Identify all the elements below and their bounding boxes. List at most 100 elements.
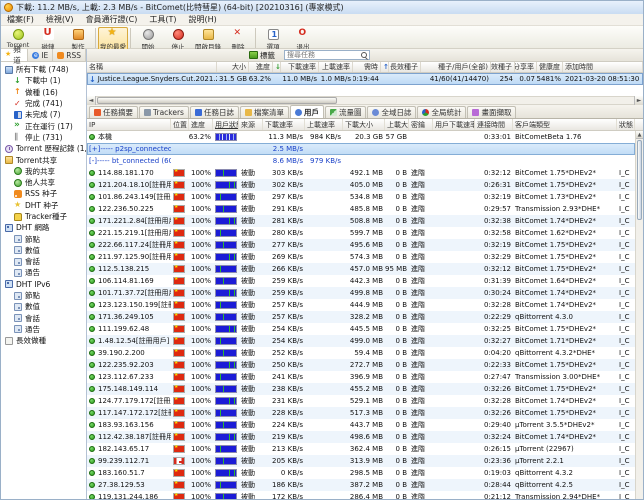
menu-item[interactable]: 工具(T)	[143, 14, 182, 25]
peer-row[interactable]: 123.123.150.199[註冊用戶] 100% 被動 257 KB/s 4…	[87, 299, 635, 311]
sidebar-tree-item[interactable]: 停止 (731)	[1, 132, 86, 143]
task-toolbar-icon[interactable]	[137, 51, 147, 60]
peer-column-header[interactable]: 下載速率	[263, 119, 305, 130]
task-column-header[interactable]: 上載速率	[319, 62, 353, 72]
task-toolbar-icon[interactable]	[209, 51, 219, 60]
peer-row[interactable]: 124.77.179.172[註冊用戶] 100% 被動 231 KB/s 52…	[87, 395, 635, 407]
detail-tab[interactable]: 用戶	[289, 105, 324, 118]
peer-row[interactable]: 117.147.172.172[註冊用戶] 100% 被動 228 KB/s 5…	[87, 407, 635, 419]
peer-row[interactable]: 182.143.65.17 100% 被動 213 KB/s 362.4 MB …	[87, 443, 635, 455]
menu-item[interactable]: 檔案(F)	[1, 14, 40, 25]
task-row[interactable]: ↓Justice.League.Snyders.Cut.2021.2160p.H…	[87, 73, 643, 85]
sidebar-tree-item[interactable]: 數值	[1, 245, 86, 256]
sidebar-tree-item[interactable]: 下載中 (1)	[1, 75, 86, 86]
detail-tab[interactable]: 流量圖	[324, 106, 367, 118]
detail-tab[interactable]: 任務日誌	[189, 106, 239, 118]
task-column-header[interactable]: ↑	[381, 62, 389, 72]
sidebar-tab[interactable]: 頻道	[1, 45, 29, 65]
peer-column-header[interactable]: 下載大小	[343, 119, 385, 130]
sidebar-tree-item[interactable]: 會話	[1, 313, 86, 324]
sidebar-tree-item[interactable]: 數值	[1, 301, 86, 312]
detail-tab[interactable]: Trackers	[139, 106, 189, 118]
sidebar-tree-item[interactable]: Tracker種子	[1, 211, 86, 222]
peer-column-header[interactable]: 客戶端類型	[513, 119, 617, 130]
task-column-header[interactable]: 添加時間	[563, 62, 643, 72]
sidebar-tree-item[interactable]: Torrent共享	[1, 154, 86, 165]
task-column-header[interactable]: 健康度	[537, 62, 563, 72]
sidebar-tree-item[interactable]: RSS 种子	[1, 188, 86, 199]
peer-row[interactable]: 171.221.2.84[註冊用戶] 100% 被動 281 KB/s 508.…	[87, 215, 635, 227]
peer-column-header[interactable]: 密鑰	[409, 119, 433, 130]
peer-row[interactable]: 101.86.243.149[註冊用戶] 100% 被動 297 KB/s 53…	[87, 191, 635, 203]
scroll-right-arrow[interactable]: ►	[634, 96, 643, 105]
task-toolbar-icon[interactable]	[233, 51, 243, 60]
task-column-header[interactable]: 名稱	[87, 62, 217, 72]
peer-row[interactable]: 119.131.244.186 100% 被動 172 KB/s 286.4 M…	[87, 491, 635, 499]
task-toolbar-icon[interactable]	[221, 51, 231, 60]
task-column-header[interactable]: 大小	[217, 62, 249, 72]
vertical-scroll-thumb[interactable]	[637, 140, 642, 220]
peer-column-header[interactable]: 位置	[171, 119, 189, 130]
peer-row[interactable]: 39.190.2.200 100% 被動 252 KB/s 59.4 MB 0 …	[87, 347, 635, 359]
task-toolbar-icon[interactable]	[89, 51, 99, 60]
peer-row[interactable]: 123.112.67.233 100% 被動 241 KB/s 396.9 MB…	[87, 371, 635, 383]
scroll-up-arrow[interactable]: ▲	[636, 131, 643, 139]
sidebar-tree-item[interactable]: 會話	[1, 256, 86, 267]
peer-row[interactable]: 183.160.51.7 100% 被動 0 KB/s 298.5 MB 0 B…	[87, 467, 635, 479]
search-input[interactable]	[287, 51, 361, 59]
peer-column-header[interactable]: IP	[87, 119, 171, 130]
sidebar-tree-item[interactable]: 完成 (741)	[1, 98, 86, 109]
sidebar-tree-item[interactable]: DHT 網路	[1, 222, 86, 233]
sidebar-tree-item[interactable]: 通告	[1, 267, 86, 278]
peer-column-header[interactable]: 進度	[189, 119, 213, 130]
peer-column-header[interactable]: 用戶狀態	[213, 119, 239, 130]
peer-column-header[interactable]: 連接時間	[475, 119, 513, 130]
sidebar-tree-item[interactable]: 做種 (16)	[1, 87, 86, 98]
sidebar-tree-item[interactable]: 節點	[1, 233, 86, 244]
peer-column-header[interactable]: 上載速率	[305, 119, 343, 130]
task-toolbar-icon[interactable]	[125, 51, 135, 60]
task-column-header[interactable]: 需時	[353, 62, 381, 72]
peer-row[interactable]: 27.38.129.53 100% 被動 186 KB/s 387.2 MB 0…	[87, 479, 635, 491]
sidebar-tree-item[interactable]: 正在運行 (17)	[1, 120, 86, 131]
menu-item[interactable]: 會員通行證(C)	[80, 14, 144, 25]
peer-row[interactable]: 1.48.12.54[註冊用戶] 100% 被動 254 KB/s 499.0 …	[87, 335, 635, 347]
tag-button[interactable]: 標籤	[244, 49, 280, 62]
detail-tab[interactable]: 檔案清單	[239, 106, 289, 118]
task-toolbar-icon[interactable]	[149, 51, 159, 60]
peer-row[interactable]: 111.199.62.48 100% 被動 254 KB/s 445.5 MB …	[87, 323, 635, 335]
task-column-header[interactable]: ↓	[273, 62, 281, 72]
task-toolbar-icon[interactable]	[173, 51, 183, 60]
peer-row[interactable]: 183.93.163.156 100% 被動 224 KB/s 443.7 MB…	[87, 419, 635, 431]
task-column-header[interactable]: 分享率	[515, 62, 537, 72]
peer-row[interactable]: [-]----- bt_connected (60) 8.6 MB/s 979 …	[87, 155, 635, 167]
peer-row[interactable]: [+]----- p2sp_connected (75) 2.5 MB/s	[87, 143, 635, 155]
peer-row[interactable]: 222.66.117.24[註冊用戶] 100% 被動 277 KB/s 495…	[87, 239, 635, 251]
peer-column-header[interactable]: 狀態	[617, 119, 635, 130]
sidebar-tree-item[interactable]: 未完成 (7)	[1, 109, 86, 120]
task-toolbar-icon[interactable]	[101, 51, 111, 60]
sidebar-tree-item[interactable]: 節點	[1, 290, 86, 301]
peer-row[interactable]: 211.97.125.90[註冊用戶] 100% 被動 269 KB/s 574…	[87, 251, 635, 263]
sidebar-tree-item[interactable]: DHT 种子	[1, 200, 86, 211]
peer-row[interactable]: 221.15.219.1[註冊用戶] 100% 被動 280 KB/s 599.…	[87, 227, 635, 239]
sidebar-tab[interactable]: IE	[28, 49, 54, 61]
peer-row[interactable]: 112.42.38.187[註冊用戶] 100% 被動 219 KB/s 498…	[87, 431, 635, 443]
detail-tab[interactable]: 任務摘要	[89, 106, 138, 118]
task-column-header[interactable]: 下載速率	[281, 62, 319, 72]
task-toolbar-icon[interactable]	[197, 51, 207, 60]
task-toolbar-icon[interactable]	[185, 51, 195, 60]
sidebar-tree-item[interactable]: 通告	[1, 324, 86, 335]
task-column-header[interactable]: 種子/用戶(全部)	[421, 62, 491, 72]
search-icon[interactable]	[361, 52, 367, 58]
sidebar-tree-item[interactable]: 他人共享	[1, 177, 86, 188]
menu-item[interactable]: 說明(H)	[183, 14, 223, 25]
peer-column-header[interactable]: 來源	[239, 119, 263, 130]
peer-row[interactable]: 112.5.138.215 100% 被動 266 KB/s 457.0 MB …	[87, 263, 635, 275]
peer-row[interactable]: 175.148.149.114 100% 被動 238 KB/s 455.2 M…	[87, 383, 635, 395]
sidebar-tree-item[interactable]: 我的共享	[1, 166, 86, 177]
sidebar-tab[interactable]: RSS	[53, 49, 86, 61]
peer-row[interactable]: 171.36.249.105 100% 被動 257 KB/s 328.2 MB…	[87, 311, 635, 323]
task-column-header[interactable]: 進度	[249, 62, 273, 72]
peer-row[interactable]: 121.204.18.10[註冊用戶] 100% 被動 302 KB/s 405…	[87, 179, 635, 191]
